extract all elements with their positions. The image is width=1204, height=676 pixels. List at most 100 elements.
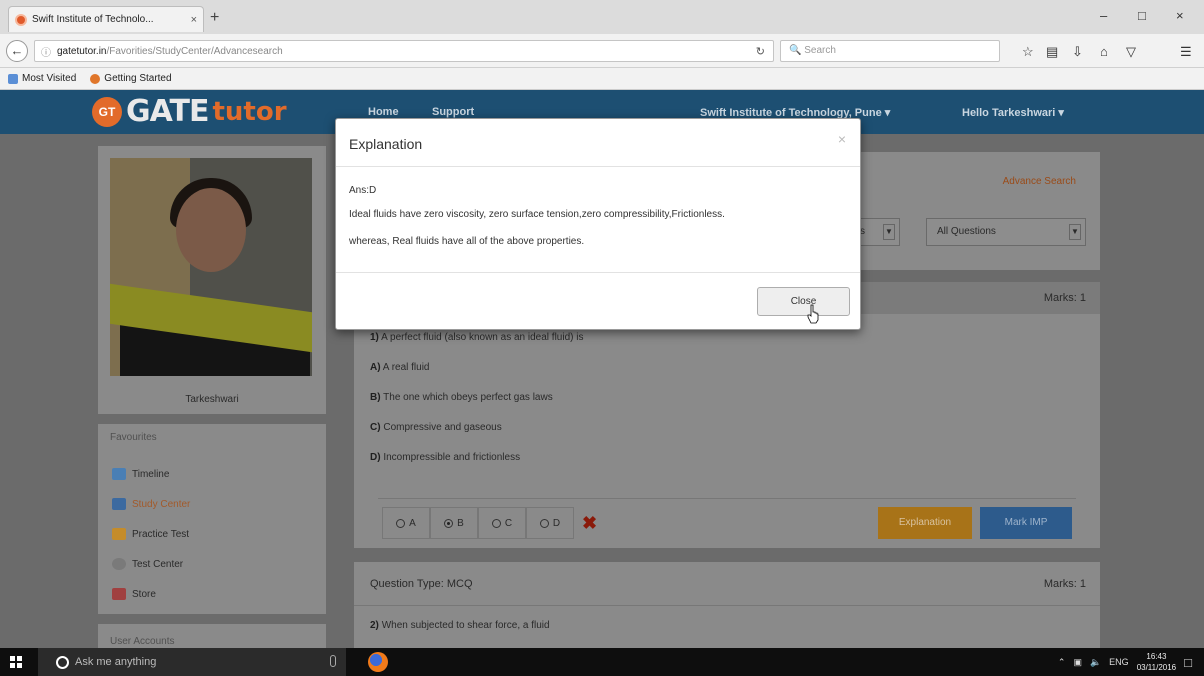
radio-icon bbox=[539, 518, 549, 528]
profile-photo bbox=[110, 158, 312, 376]
explanation-modal: Explanation × Ans:D Ideal fluids have ze… bbox=[335, 118, 861, 330]
store-icon bbox=[112, 588, 126, 600]
question-text: 1) A perfect fluid (also known as an ide… bbox=[370, 332, 584, 343]
taskbar-search-placeholder: Ask me anything bbox=[75, 656, 157, 668]
answer-radio-a[interactable]: A bbox=[382, 507, 430, 539]
marks-label: Marks: 1 bbox=[1043, 578, 1086, 590]
reader-icon[interactable]: ▤ bbox=[1046, 44, 1058, 60]
logo-badge: GT bbox=[92, 96, 122, 127]
browser-tab-bar: Swift Institute of Technolo... × + – □ × bbox=[0, 0, 1204, 34]
mark-imp-button[interactable]: Mark IMP bbox=[980, 507, 1072, 539]
radio-selected-icon bbox=[444, 518, 454, 528]
windows-start-icon[interactable] bbox=[10, 656, 22, 668]
close-button[interactable]: Close bbox=[757, 287, 850, 316]
questions-select[interactable]: All Questions ▼ bbox=[926, 218, 1086, 246]
user-dropdown[interactable]: Hello Tarkeshwari ▾ bbox=[962, 106, 1064, 119]
tab-title: Swift Institute of Technolo... bbox=[32, 14, 154, 25]
chevron-down-icon: ▼ bbox=[883, 224, 895, 240]
sidebar-item-label: Practice Test bbox=[132, 528, 190, 540]
sidebar-item-test-center[interactable]: Test Center bbox=[112, 558, 183, 570]
answer-radio-c[interactable]: C bbox=[478, 507, 526, 539]
gatetutor-logo[interactable]: GT GATE tutor bbox=[92, 94, 287, 129]
study-center-icon bbox=[112, 498, 126, 510]
pocket-icon[interactable]: ▽ bbox=[1126, 44, 1136, 60]
notification-icon[interactable]: □ bbox=[1184, 655, 1192, 670]
logo-gate: GATE bbox=[126, 94, 209, 129]
hand-cursor-icon bbox=[807, 304, 819, 324]
favourites-title: Favourites bbox=[110, 432, 157, 443]
answer-options: A B C D ✖ bbox=[382, 507, 597, 539]
answer-radio-d[interactable]: D bbox=[526, 507, 574, 539]
reload-icon[interactable]: ↻ bbox=[756, 45, 765, 58]
browser-search-input[interactable]: 🔍 Search bbox=[780, 40, 1000, 62]
chevron-up-icon[interactable]: ⌃ bbox=[1058, 657, 1066, 668]
nav-home[interactable]: Home bbox=[368, 106, 399, 118]
logo-tutor: tutor bbox=[212, 96, 287, 127]
clock-time: 16:43 bbox=[1146, 652, 1167, 661]
sidebar-item-timeline[interactable]: Timeline bbox=[112, 468, 169, 480]
clock[interactable]: 16:43 03/11/2016 bbox=[1137, 651, 1176, 673]
answer-row: A B C D ✖ Explanation Mark IMP bbox=[378, 498, 1076, 539]
site-favicon-icon bbox=[15, 13, 27, 26]
sidebar-item-store[interactable]: Store bbox=[112, 588, 156, 600]
cortana-search-input[interactable]: Ask me anything bbox=[38, 648, 346, 676]
bookmark-label: Getting Started bbox=[104, 73, 172, 84]
question-text: 2) When subjected to shear force, a flui… bbox=[370, 620, 550, 631]
network-icon[interactable]: ▣ bbox=[1073, 657, 1082, 668]
minimize-button[interactable]: – bbox=[1100, 8, 1107, 23]
sidebar-item-study-center[interactable]: Study Center bbox=[112, 498, 190, 510]
option-b: B) The one which obeys perfect gas laws bbox=[370, 392, 553, 403]
radio-label: A bbox=[409, 517, 416, 529]
close-icon[interactable]: × bbox=[838, 131, 846, 147]
wrong-answer-icon: ✖ bbox=[582, 513, 598, 533]
back-button[interactable]: ← bbox=[6, 40, 28, 62]
radio-icon bbox=[491, 518, 501, 528]
sidebar-item-label: Store bbox=[132, 588, 156, 600]
profile-name: Tarkeshwari bbox=[185, 394, 239, 405]
microphone-icon[interactable] bbox=[330, 655, 336, 667]
user-accounts-title: User Accounts bbox=[110, 636, 175, 647]
volume-icon[interactable]: 🔈 bbox=[1090, 657, 1101, 668]
url-host: gatetutor.in bbox=[57, 45, 107, 57]
option-d: D) Incompressible and frictionless bbox=[370, 452, 521, 463]
sidebar-item-practice-test[interactable]: Practice Test bbox=[112, 528, 189, 540]
firefox-taskbar-icon[interactable] bbox=[368, 652, 388, 672]
cortana-icon bbox=[56, 655, 69, 669]
site-info-icon[interactable]: ⓘ bbox=[41, 44, 51, 59]
sidebar-item-label: Test Center bbox=[132, 558, 184, 570]
radio-label: B bbox=[457, 517, 464, 529]
explanation-button[interactable]: Explanation bbox=[878, 507, 972, 539]
sidebar-item-label: Study Center bbox=[132, 498, 191, 510]
star-icon[interactable]: ☆ bbox=[1022, 44, 1034, 60]
home-icon[interactable]: ⌂ bbox=[1100, 44, 1108, 59]
bookmark-most-visited[interactable]: Most Visited bbox=[8, 73, 76, 84]
modal-explanation-line-1: Ideal fluids have zero viscosity, zero s… bbox=[349, 209, 725, 220]
modal-answer: Ans:D bbox=[349, 185, 377, 196]
tab-close-icon[interactable]: × bbox=[191, 14, 197, 26]
maximize-button[interactable]: □ bbox=[1138, 8, 1146, 23]
practice-test-icon bbox=[112, 528, 126, 540]
language-indicator[interactable]: ENG bbox=[1109, 657, 1129, 667]
select-value: All Questions bbox=[937, 226, 996, 237]
advance-search-link[interactable]: Advance Search bbox=[1003, 176, 1076, 187]
answer-radio-b[interactable]: B bbox=[430, 507, 478, 539]
url-bar[interactable]: ⓘ gatetutor.in/Favorities/StudyCenter/Ad… bbox=[34, 40, 774, 62]
new-tab-button[interactable]: + bbox=[210, 9, 219, 27]
favourites-panel: Favourites Timeline Study Center Practic… bbox=[98, 424, 326, 614]
firefox-icon bbox=[90, 73, 101, 84]
profile-card: Tarkeshwari bbox=[98, 146, 326, 414]
modal-title: Explanation bbox=[349, 136, 423, 152]
window-close-button[interactable]: × bbox=[1176, 8, 1184, 23]
question-header: Question Type: MCQ Marks: 1 bbox=[354, 562, 1100, 606]
browser-tab[interactable]: Swift Institute of Technolo... × bbox=[8, 6, 204, 32]
search-placeholder: Search bbox=[804, 45, 836, 56]
nav-support[interactable]: Support bbox=[432, 106, 474, 118]
bookmark-getting-started[interactable]: Getting Started bbox=[90, 73, 172, 84]
radio-label: C bbox=[504, 517, 513, 529]
download-icon[interactable]: ⇩ bbox=[1072, 44, 1083, 60]
bookmarks-bar: Most Visited Getting Started bbox=[0, 68, 1204, 90]
folder-icon bbox=[8, 73, 18, 84]
menu-icon[interactable]: ☰ bbox=[1180, 44, 1192, 60]
windows-taskbar: Ask me anything ⌃ ▣ 🔈 ENG 16:43 03/11/201… bbox=[0, 648, 1204, 676]
system-tray: ⌃ ▣ 🔈 ENG 16:43 03/11/2016 □ bbox=[1058, 648, 1204, 676]
